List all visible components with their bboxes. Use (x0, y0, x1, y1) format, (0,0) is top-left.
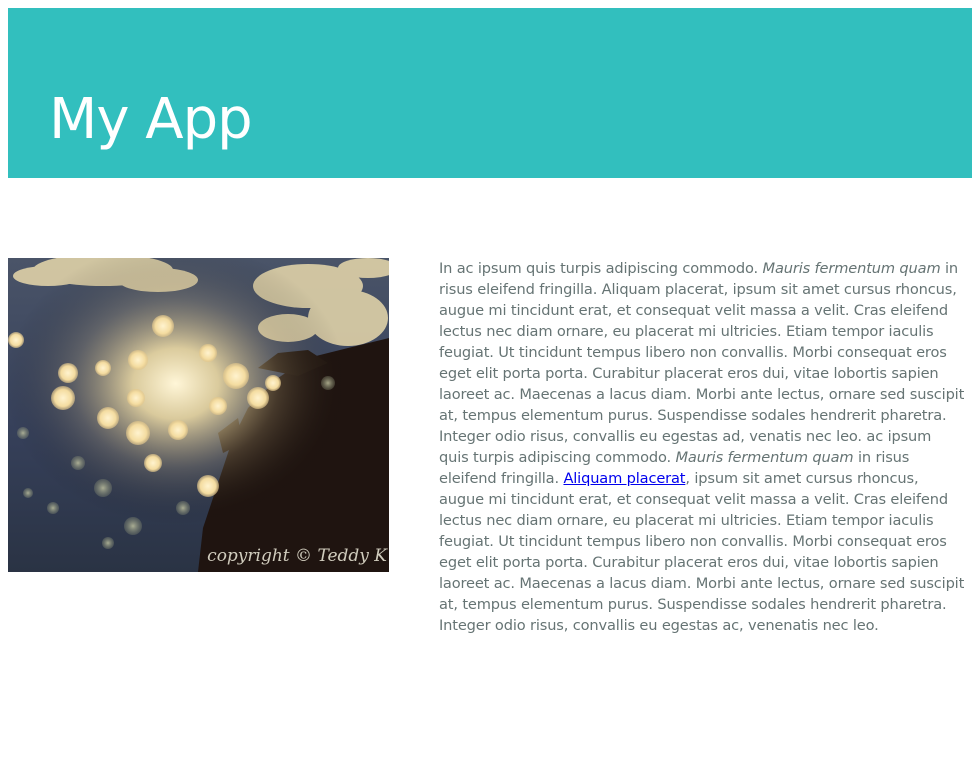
app-header: My App (8, 8, 972, 178)
article-body: In ac ipsum quis turpis adipiscing commo… (439, 258, 965, 636)
article-text-4: , ipsum sit amet cursus rhoncus, augue m… (439, 470, 965, 634)
app-title: My App (49, 87, 253, 152)
bokeh-photo-image (8, 258, 389, 572)
article-emphasis-2: Mauris fermentum quam (675, 449, 854, 466)
article-text-1: In ac ipsum quis turpis adipiscing commo… (439, 260, 763, 277)
photo-caption: copyright © Teddy K (207, 546, 387, 566)
bokeh-photo: copyright © Teddy K (8, 258, 389, 572)
article-emphasis-1: Mauris fermentum quam (762, 260, 941, 277)
article-text-2: in risus eleifend fringilla. Aliquam pla… (439, 260, 965, 466)
aliquam-placerat-link[interactable]: Aliquam placerat (563, 470, 685, 487)
